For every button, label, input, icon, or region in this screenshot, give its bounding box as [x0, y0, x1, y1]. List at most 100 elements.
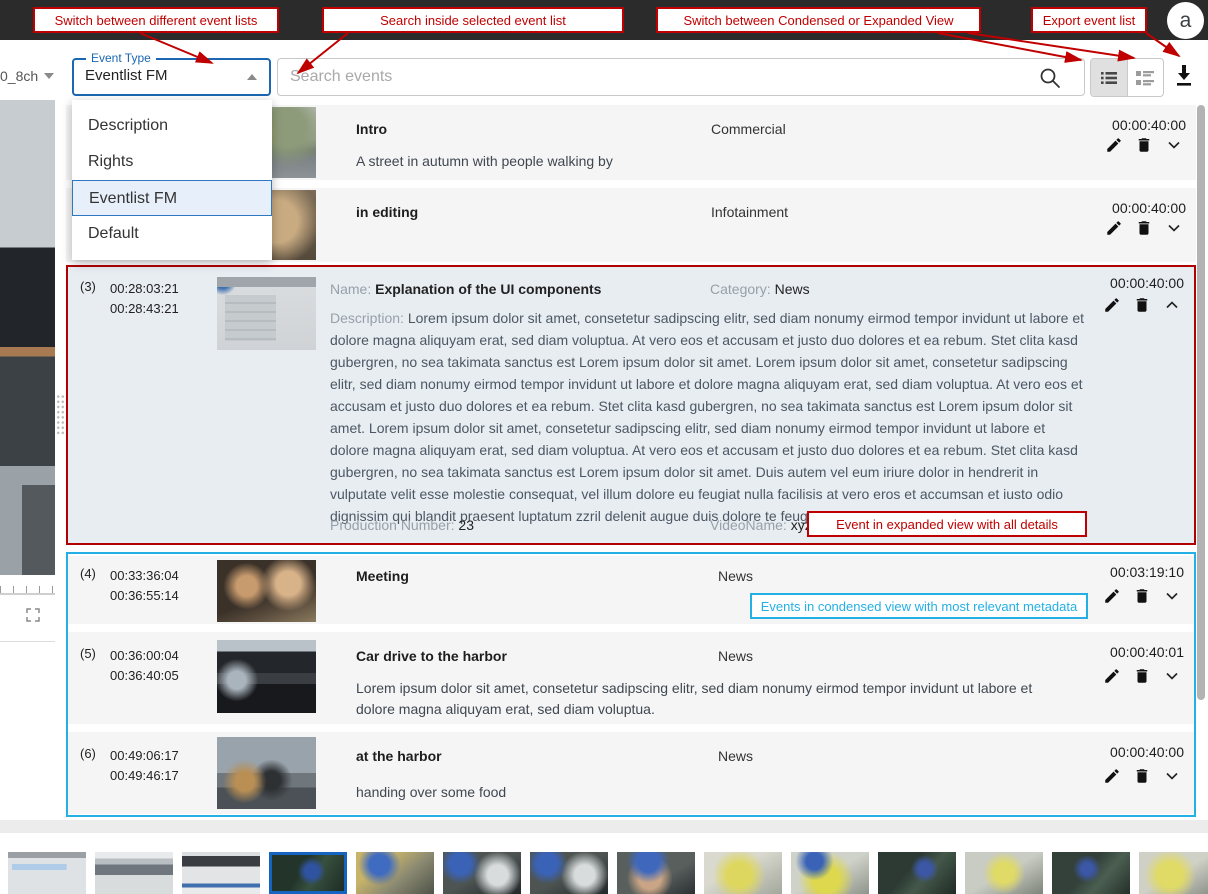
menu-item-eventlist-fm[interactable]: Eventlist FM — [72, 180, 272, 216]
event-category: Commercial — [711, 121, 786, 137]
event-row-car-drive[interactable]: (5) 00:36:00:04 00:36:40:05 Car drive to… — [68, 632, 1194, 724]
event-description: Lorem ipsum dolor sit amet, consetetur s… — [330, 310, 1084, 524]
filmstrip-scroll-track[interactable] — [0, 820, 1208, 833]
edit-button[interactable] — [1102, 586, 1122, 606]
vertical-scrollbar[interactable] — [1197, 105, 1205, 700]
video-preview-frame — [0, 100, 55, 575]
event-name-field: Name: Explanation of the UI components — [330, 281, 601, 297]
callout-condensed-view: Events in condensed view with most relev… — [750, 593, 1088, 619]
event-thumbnail — [217, 737, 316, 809]
chevron-up-icon — [247, 74, 257, 80]
callout-search-event-list: Search inside selected event list — [322, 7, 624, 33]
description-label: Description: — [330, 310, 404, 326]
search-icon[interactable] — [1038, 66, 1062, 95]
edit-button[interactable] — [1102, 766, 1122, 786]
filmstrip-thumb[interactable] — [617, 852, 695, 894]
event-timecodes: 00:36:00:04 00:36:40:05 — [110, 646, 179, 686]
event-category: News — [775, 281, 810, 297]
event-number: (3) — [80, 279, 96, 294]
fullscreen-icon[interactable] — [26, 608, 40, 627]
chevron-down-icon — [1162, 586, 1182, 606]
event-thumbnail — [217, 640, 316, 713]
filmstrip-thumb[interactable] — [1139, 852, 1208, 894]
event-timecodes: 00:49:06:17 00:49:46:17 — [110, 746, 179, 786]
filmstrip-thumb[interactable] — [356, 852, 434, 894]
expand-button[interactable] — [1164, 218, 1184, 238]
filmstrip — [0, 852, 1208, 894]
expanded-view-button[interactable] — [1127, 59, 1164, 96]
timecode-out: 00:28:43:21 — [110, 299, 179, 319]
timecode-in: 00:36:00:04 — [110, 646, 179, 666]
expand-button[interactable] — [1162, 766, 1182, 786]
filmstrip-thumb-selected[interactable] — [269, 852, 347, 894]
delete-button[interactable] — [1134, 135, 1154, 155]
callout-export-event-list: Export event list — [1031, 7, 1147, 33]
collapse-button[interactable] — [1162, 295, 1182, 315]
event-name: at the harbor — [356, 748, 442, 764]
export-button[interactable] — [1172, 61, 1196, 89]
event-number: (4) — [80, 566, 96, 581]
edit-button[interactable] — [1104, 135, 1124, 155]
filmstrip-thumb[interactable] — [95, 852, 173, 894]
expand-button[interactable] — [1162, 666, 1182, 686]
search-input[interactable] — [278, 59, 1084, 95]
delete-button[interactable] — [1134, 218, 1154, 238]
event-duration: 00:00:40:01 — [1110, 644, 1184, 660]
app-window: Switch between different event lists Sea… — [0, 0, 1208, 894]
filmstrip-thumb[interactable] — [182, 852, 260, 894]
edit-button[interactable] — [1102, 666, 1122, 686]
event-row-at-the-harbor[interactable]: (6) 00:49:06:17 00:49:46:17 at the harbo… — [68, 732, 1194, 814]
filmstrip-thumb[interactable] — [704, 852, 782, 894]
avatar[interactable]: a — [1167, 2, 1204, 39]
event-type-select[interactable]: Event Type Eventlist FM — [72, 58, 271, 96]
menu-item-rights[interactable]: Rights — [72, 144, 272, 180]
expand-button[interactable] — [1164, 135, 1184, 155]
video-name-field: VideoName: xyz — [710, 517, 812, 533]
filmstrip-thumb[interactable] — [791, 852, 869, 894]
chevron-up-icon — [1162, 295, 1182, 315]
pencil-icon — [1103, 296, 1121, 314]
event-category: Infotainment — [711, 204, 788, 220]
event-description: A street in autumn with people walking b… — [356, 153, 613, 169]
expand-button[interactable] — [1162, 586, 1182, 606]
panel-resize-handle[interactable] — [56, 394, 66, 436]
event-description-field: Description: Lorem ipsum dolor sit amet,… — [330, 307, 1087, 527]
production-number: 23 — [458, 517, 474, 533]
filmstrip-thumb[interactable] — [530, 852, 608, 894]
video-name-label: VideoName: — [710, 517, 787, 533]
filmstrip-thumb[interactable] — [8, 852, 86, 894]
filmstrip-thumb[interactable] — [1052, 852, 1130, 894]
event-name: Intro — [356, 121, 387, 137]
delete-button[interactable] — [1132, 666, 1152, 686]
event-category: News — [718, 648, 753, 664]
chevron-down-icon — [1164, 218, 1184, 238]
delete-button[interactable] — [1132, 295, 1152, 315]
filmstrip-thumb[interactable] — [443, 852, 521, 894]
category-label: Category: — [710, 281, 771, 297]
timeline-ruler[interactable] — [0, 586, 55, 595]
delete-button[interactable] — [1132, 586, 1152, 606]
event-type-value: Eventlist FM — [85, 67, 168, 84]
delete-button[interactable] — [1132, 766, 1152, 786]
filmstrip-thumb[interactable] — [965, 852, 1043, 894]
edit-button[interactable] — [1104, 218, 1124, 238]
condensed-view-button[interactable] — [1091, 59, 1127, 96]
list-view-icon — [1098, 68, 1120, 88]
pencil-icon — [1105, 219, 1123, 237]
download-icon — [1173, 62, 1195, 88]
production-number-field: Production Number: 23 — [330, 517, 474, 533]
event-row-expanded[interactable]: (3) 00:28:03:21 00:28:43:21 Name: Explan… — [66, 265, 1196, 545]
event-timecodes: 00:33:36:04 00:36:55:14 — [110, 566, 179, 606]
menu-item-description[interactable]: Description — [72, 108, 272, 144]
filmstrip-thumb[interactable] — [878, 852, 956, 894]
menu-item-default[interactable]: Default — [72, 216, 272, 252]
event-category: News — [718, 568, 753, 584]
event-duration: 00:00:40:00 — [1112, 200, 1186, 216]
event-name: in editing — [356, 204, 418, 220]
edit-button[interactable] — [1102, 295, 1122, 315]
clip-name-dropdown[interactable]: 0_8ch — [0, 68, 54, 84]
trash-icon — [1135, 219, 1153, 237]
event-description: Lorem ipsum dolor sit amet, consetetur s… — [356, 678, 1046, 720]
event-category: News — [718, 748, 753, 764]
event-description: handing over some food — [356, 784, 506, 800]
